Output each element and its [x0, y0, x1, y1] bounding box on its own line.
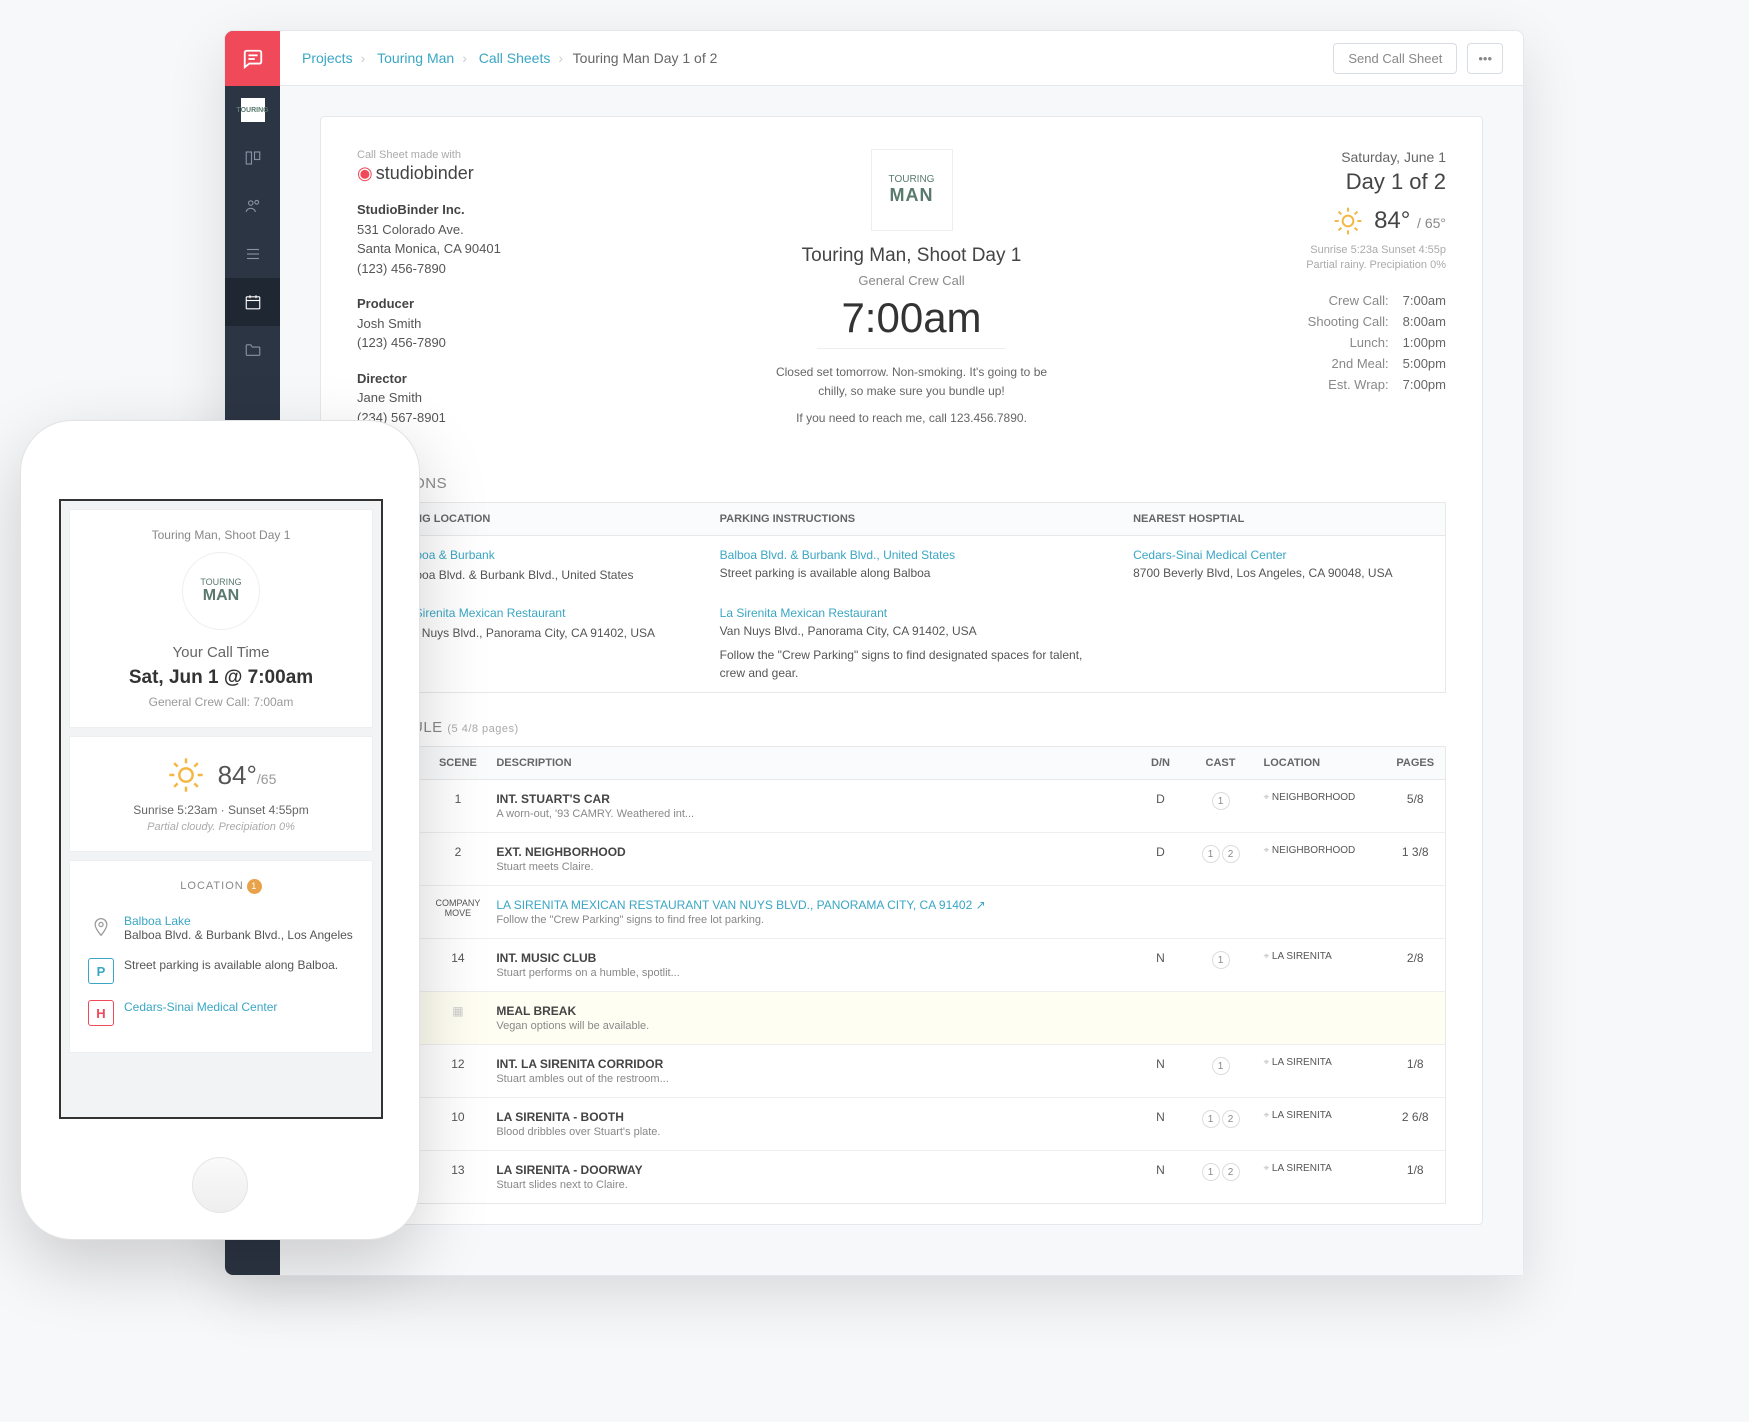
brand-icon[interactable] — [225, 31, 280, 86]
breadcrumb: Projects› Touring Man› Call Sheets› Tour… — [300, 50, 717, 66]
company-name: StudioBinder Inc. — [357, 200, 587, 220]
send-button[interactable]: Send Call Sheet — [1333, 43, 1457, 74]
call-time: 7:00am — [817, 294, 1005, 349]
schedule-row: 11:00amCOMPANYMOVELA SIRENITA MEXICAN RE… — [358, 885, 1446, 938]
more-button[interactable]: ••• — [1467, 43, 1503, 74]
sheet-note-2: If you need to reach me, call 123.456.78… — [762, 409, 1062, 428]
phone-mockup: Touring Man, Shoot Day 1 TOURINGMAN Your… — [20, 420, 420, 1240]
hospital-link[interactable]: Cedars-Sinai Medical Center — [1133, 548, 1286, 562]
phone-call-time: Sat, Jun 1 @ 7:00am — [84, 667, 358, 689]
times-list: Crew Call:7:00amShooting Call:8:00amLunc… — [1236, 290, 1446, 395]
crumb-current: Touring Man Day 1 of 2 — [573, 50, 718, 66]
sun-icon — [1332, 205, 1364, 237]
pin-icon — [88, 914, 114, 940]
phone-location-row[interactable]: Balboa LakeBalboa Blvd. & Burbank Blvd.,… — [84, 906, 358, 950]
nav-folder-icon[interactable] — [225, 326, 280, 374]
phone-sunrise-sunset: Sunrise 5:23am · Sunset 4:55pm — [84, 803, 358, 817]
sheet-title: Touring Man, Shoot Day 1 — [617, 245, 1206, 267]
your-call-time-label: Your Call Time — [84, 644, 358, 661]
phone-parking-row[interactable]: P Street parking is available along Balb… — [84, 950, 358, 992]
home-button[interactable] — [192, 1157, 248, 1213]
hospital-icon: H — [88, 1000, 114, 1026]
nav-project-icon[interactable]: TOURING — [225, 86, 280, 134]
crumb-projects[interactable]: Projects — [302, 50, 353, 66]
schedule-row: 12:00pm14INT. MUSIC CLUBStuart performs … — [358, 938, 1446, 991]
topbar: Projects› Touring Man› Call Sheets› Tour… — [280, 31, 1523, 86]
crumb-section[interactable]: Call Sheets — [479, 50, 551, 66]
location-link[interactable]: La Sirenita Mexican Restaurant — [398, 606, 565, 620]
crumb-project[interactable]: Touring Man — [377, 50, 454, 66]
shoot-date: Saturday, June 1 — [1236, 149, 1446, 165]
sheet-note: Closed set tomorrow. Non-smoking. It's g… — [762, 363, 1062, 401]
schedule-row: 10:00am2EXT. NEIGHBORHOODStuart meets Cl… — [358, 832, 1446, 885]
schedule-row: 3:00pm10LA SIRENITA - BOOTHBlood dribble… — [358, 1097, 1446, 1150]
locations-heading: LOCATIONS — [357, 475, 1446, 492]
sun-icon — [166, 755, 206, 795]
nav-people-icon[interactable] — [225, 182, 280, 230]
sunrise-sunset: Sunrise 5:23a Sunset 4:55p — [1236, 243, 1446, 258]
general-crew-call-label: General Crew Call — [617, 273, 1206, 288]
schedule-table: TIME SCENE DESCRIPTION D/N CAST LOCATION… — [357, 746, 1446, 1204]
phone-title: Touring Man, Shoot Day 1 — [84, 528, 358, 542]
parking-icon: P — [88, 958, 114, 984]
phone-project-logo: TOURINGMAN — [182, 552, 260, 630]
phone-location-heading: LOCATION1 — [84, 879, 358, 894]
schedule-row: 2:00pm12INT. LA SIRENITA CORRIDORStuart … — [358, 1044, 1446, 1097]
phone-hospital-row[interactable]: H Cedars-Sinai Medical Center — [84, 992, 358, 1034]
nav-boards-icon[interactable] — [225, 134, 280, 182]
phone-condition: Partial cloudy. Precipiation 0% — [84, 821, 358, 833]
nav-list-icon[interactable] — [225, 230, 280, 278]
phone-gcc: General Crew Call: 7:00am — [84, 695, 358, 709]
schedule-row: 6:00pm13LA SIRENITA - DOORWAYStuart slid… — [358, 1150, 1446, 1203]
main-content: Call Sheet made with ◉studiobinder Studi… — [280, 86, 1523, 1275]
nav-calendar-icon[interactable] — [225, 278, 280, 326]
schedule-row: 1:00pm▦MEAL BREAKVegan options will be a… — [358, 991, 1446, 1044]
phone-screen: Touring Man, Shoot Day 1 TOURINGMAN Your… — [59, 499, 383, 1119]
parking-link[interactable]: Balboa Blvd. & Burbank Blvd., United Sta… — [720, 548, 955, 562]
studiobinder-logo: ◉studiobinder — [357, 163, 587, 184]
project-logo: TOURINGMAN — [871, 149, 953, 231]
weather-condition: Partial rainy. Precipiation 0% — [1236, 258, 1446, 273]
schedule-heading: SCHEDULE (5 4/8 pages) — [357, 719, 1446, 736]
temperature: 84° / 65° — [1374, 207, 1446, 235]
schedule-row: 8:00am1INT. STUART'S CARA worn-out, '93 … — [358, 779, 1446, 832]
day-of: Day 1 of 2 — [1236, 169, 1446, 195]
locations-table: SHOOTING LOCATION PARKING INSTRUCTIONS N… — [357, 502, 1446, 693]
made-with-label: Call Sheet made with — [357, 149, 587, 161]
phone-temperature: 84°/65 — [218, 760, 277, 791]
parking-link[interactable]: La Sirenita Mexican Restaurant — [720, 606, 887, 620]
